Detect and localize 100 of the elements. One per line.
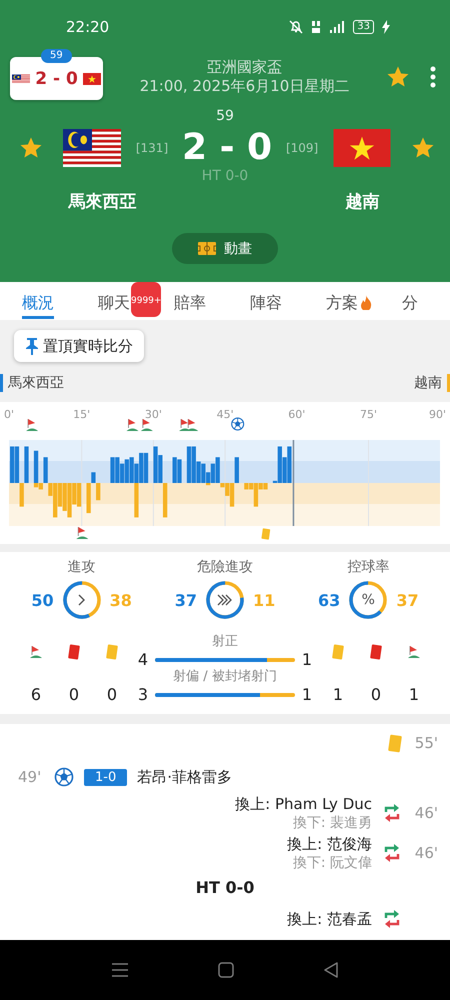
football-icon bbox=[232, 418, 244, 430]
home-value: 63 bbox=[317, 590, 340, 610]
chevron-icon bbox=[78, 594, 86, 606]
stat-label: 控球率 bbox=[347, 558, 390, 576]
team-rank: [131] bbox=[136, 141, 168, 155]
home-shots: 4 bbox=[138, 650, 148, 669]
away-shots: 1 bbox=[302, 685, 312, 704]
home-value: 37 bbox=[174, 590, 197, 610]
pin-icon bbox=[25, 337, 39, 355]
corner-flag-icon bbox=[29, 644, 43, 658]
event-minute: 46' bbox=[414, 804, 438, 822]
corner-flag-icon bbox=[126, 419, 138, 431]
home-icon[interactable] bbox=[218, 962, 234, 978]
player-in: 換上: 范春孟 bbox=[287, 909, 372, 929]
tab[interactable]: 賠率 bbox=[174, 284, 206, 318]
corner-flag-icon bbox=[186, 419, 198, 431]
player-in: 換上: 范俊海 bbox=[287, 834, 372, 854]
signal-icon bbox=[329, 20, 346, 34]
count-value: 1 bbox=[332, 685, 344, 704]
percent-sign: % bbox=[362, 592, 375, 608]
tick-label: 0' bbox=[4, 408, 14, 421]
team-rank: [109] bbox=[286, 141, 318, 155]
home-value: 50 bbox=[30, 590, 54, 610]
corner-flag-icon bbox=[140, 419, 153, 431]
tick-label: 60' bbox=[288, 408, 306, 421]
card-icon bbox=[68, 644, 80, 660]
event-minute: 46' bbox=[414, 844, 438, 862]
clock-time: 22:20 bbox=[66, 18, 110, 36]
tab[interactable]: 分 bbox=[402, 284, 418, 318]
period-marker: HT 0-0 bbox=[196, 878, 254, 896]
player-out: 換下: 阮文偉 bbox=[292, 854, 372, 872]
count-value: 6 bbox=[30, 685, 42, 704]
card-icon bbox=[106, 644, 118, 660]
volte-icon bbox=[311, 20, 322, 34]
tick-label: 30' bbox=[144, 408, 162, 421]
team-legend: 越南 bbox=[414, 374, 450, 392]
football-icon bbox=[54, 767, 74, 787]
corner-flag-icon bbox=[26, 419, 38, 431]
triple-chevron-icon bbox=[216, 594, 233, 606]
tab[interactable]: 方案 bbox=[326, 284, 372, 318]
tick-label: 90' bbox=[428, 408, 446, 421]
shot-label: 射正 bbox=[212, 634, 238, 650]
competition-name: 亞洲國家盃 bbox=[206, 58, 283, 77]
vietnam-flag-icon bbox=[82, 72, 101, 86]
card-icon bbox=[332, 644, 344, 660]
tick-label: 75' bbox=[360, 408, 378, 421]
count-value: 0 bbox=[370, 685, 382, 704]
player-in: 換上: Pham Ly Duc bbox=[235, 794, 372, 814]
card-icon bbox=[388, 734, 402, 752]
team-name: 越南 bbox=[346, 191, 380, 213]
charging-bolt-icon bbox=[382, 20, 390, 34]
away-value: 38 bbox=[110, 590, 133, 610]
stat-label: 危險進攻 bbox=[196, 558, 253, 576]
tab[interactable]: 聊天 bbox=[98, 284, 130, 318]
away-shots: 1 bbox=[302, 650, 312, 669]
follow-star-icon[interactable] bbox=[411, 136, 436, 160]
player-out: 換下: 裴進勇 bbox=[292, 814, 372, 832]
half-time-score: HT 0-0 bbox=[200, 168, 250, 184]
away-value: 37 bbox=[396, 590, 420, 610]
match-score: 2 - 0 bbox=[182, 128, 272, 168]
goal-score-badge: 1-0 bbox=[84, 768, 128, 786]
bell-off-icon bbox=[289, 20, 304, 34]
notification-badge: 9999+ bbox=[131, 282, 162, 317]
pitch-icon bbox=[198, 242, 216, 255]
count-value: 0 bbox=[106, 685, 118, 704]
count-value: 0 bbox=[68, 685, 80, 704]
malaysia-flag-icon bbox=[63, 129, 121, 167]
vietnam-flag-icon bbox=[333, 129, 392, 167]
card-icon bbox=[261, 528, 270, 540]
shot-label: 射偏 / 被封堵射门 bbox=[173, 669, 277, 685]
away-value: 11 bbox=[252, 590, 276, 610]
more-icon[interactable] bbox=[430, 66, 436, 88]
corner-flag-icon bbox=[76, 527, 88, 539]
back-icon[interactable] bbox=[324, 962, 338, 978]
animation-button[interactable]: 動畫 bbox=[172, 233, 278, 264]
battery-indicator: 33 bbox=[353, 20, 374, 34]
follow-star-icon[interactable] bbox=[19, 136, 43, 160]
mini-score-card[interactable]: 2 - 0 bbox=[10, 57, 103, 100]
malaysia-flag-icon bbox=[12, 72, 30, 86]
corner-flag-icon bbox=[407, 644, 421, 658]
pin-score-button[interactable]: 置頂實時比分 bbox=[14, 330, 144, 362]
tick-label: 15' bbox=[73, 408, 90, 421]
card-icon bbox=[370, 644, 382, 660]
kickoff-time: 21:00, 2025年6月10日星期二 bbox=[138, 77, 350, 96]
count-value: 1 bbox=[408, 685, 420, 704]
tab[interactable]: 陣容 bbox=[250, 284, 282, 318]
menu-icon[interactable] bbox=[112, 963, 128, 977]
team-name: 馬來西亞 bbox=[68, 191, 136, 213]
event-minute: 55' bbox=[414, 734, 438, 752]
minute-badge: 59 bbox=[41, 49, 72, 63]
stat-label: 進攻 bbox=[68, 558, 96, 576]
match-minute: 59 bbox=[215, 108, 235, 124]
favorite-star-icon[interactable] bbox=[386, 65, 410, 89]
player-name: 若昂·菲格雷多 bbox=[137, 768, 232, 786]
mini-score: 2 - 0 bbox=[35, 68, 78, 88]
substitution-icon bbox=[382, 802, 402, 824]
tick-label: 45' bbox=[216, 408, 234, 421]
team-legend: 馬來西亞 bbox=[0, 374, 64, 392]
substitution-icon bbox=[382, 842, 402, 864]
substitution-icon bbox=[382, 908, 402, 930]
